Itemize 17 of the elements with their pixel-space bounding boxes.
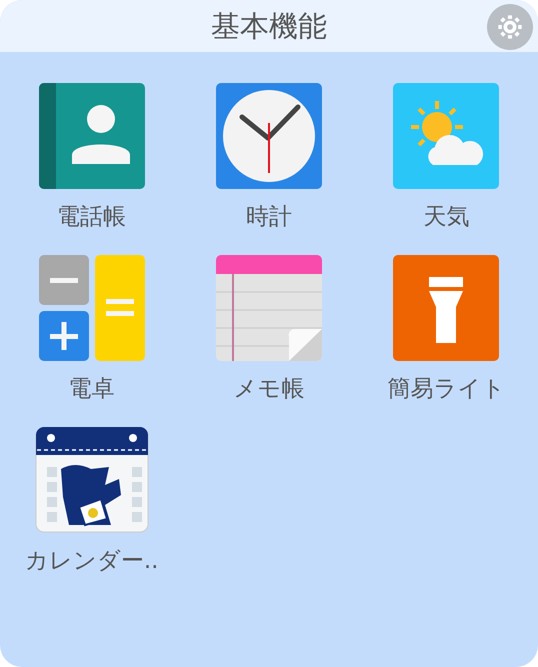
app-tile[interactable]: 電卓 [3, 255, 180, 401]
sun-cloud-icon [393, 83, 500, 189]
calendar-icon [34, 427, 149, 533]
app-tile[interactable]: カレンダー.. [3, 427, 180, 573]
contact-book-icon [38, 83, 145, 189]
app-tile[interactable]: 時計 [180, 83, 358, 229]
notepad-icon [216, 255, 322, 361]
app-tile[interactable]: 天気 [358, 83, 535, 229]
app-tile[interactable]: 電話帳 [3, 83, 180, 229]
settings-icon [496, 13, 524, 41]
clock-icon [216, 83, 322, 189]
calculator-icon [38, 255, 145, 361]
app-tile[interactable]: 簡易ライト [358, 255, 535, 401]
flashlight-icon [393, 255, 500, 361]
header-title: 基本機能 [211, 12, 327, 40]
app-tile[interactable]: メモ帳 [180, 255, 358, 401]
settings-button[interactable] [487, 4, 533, 50]
